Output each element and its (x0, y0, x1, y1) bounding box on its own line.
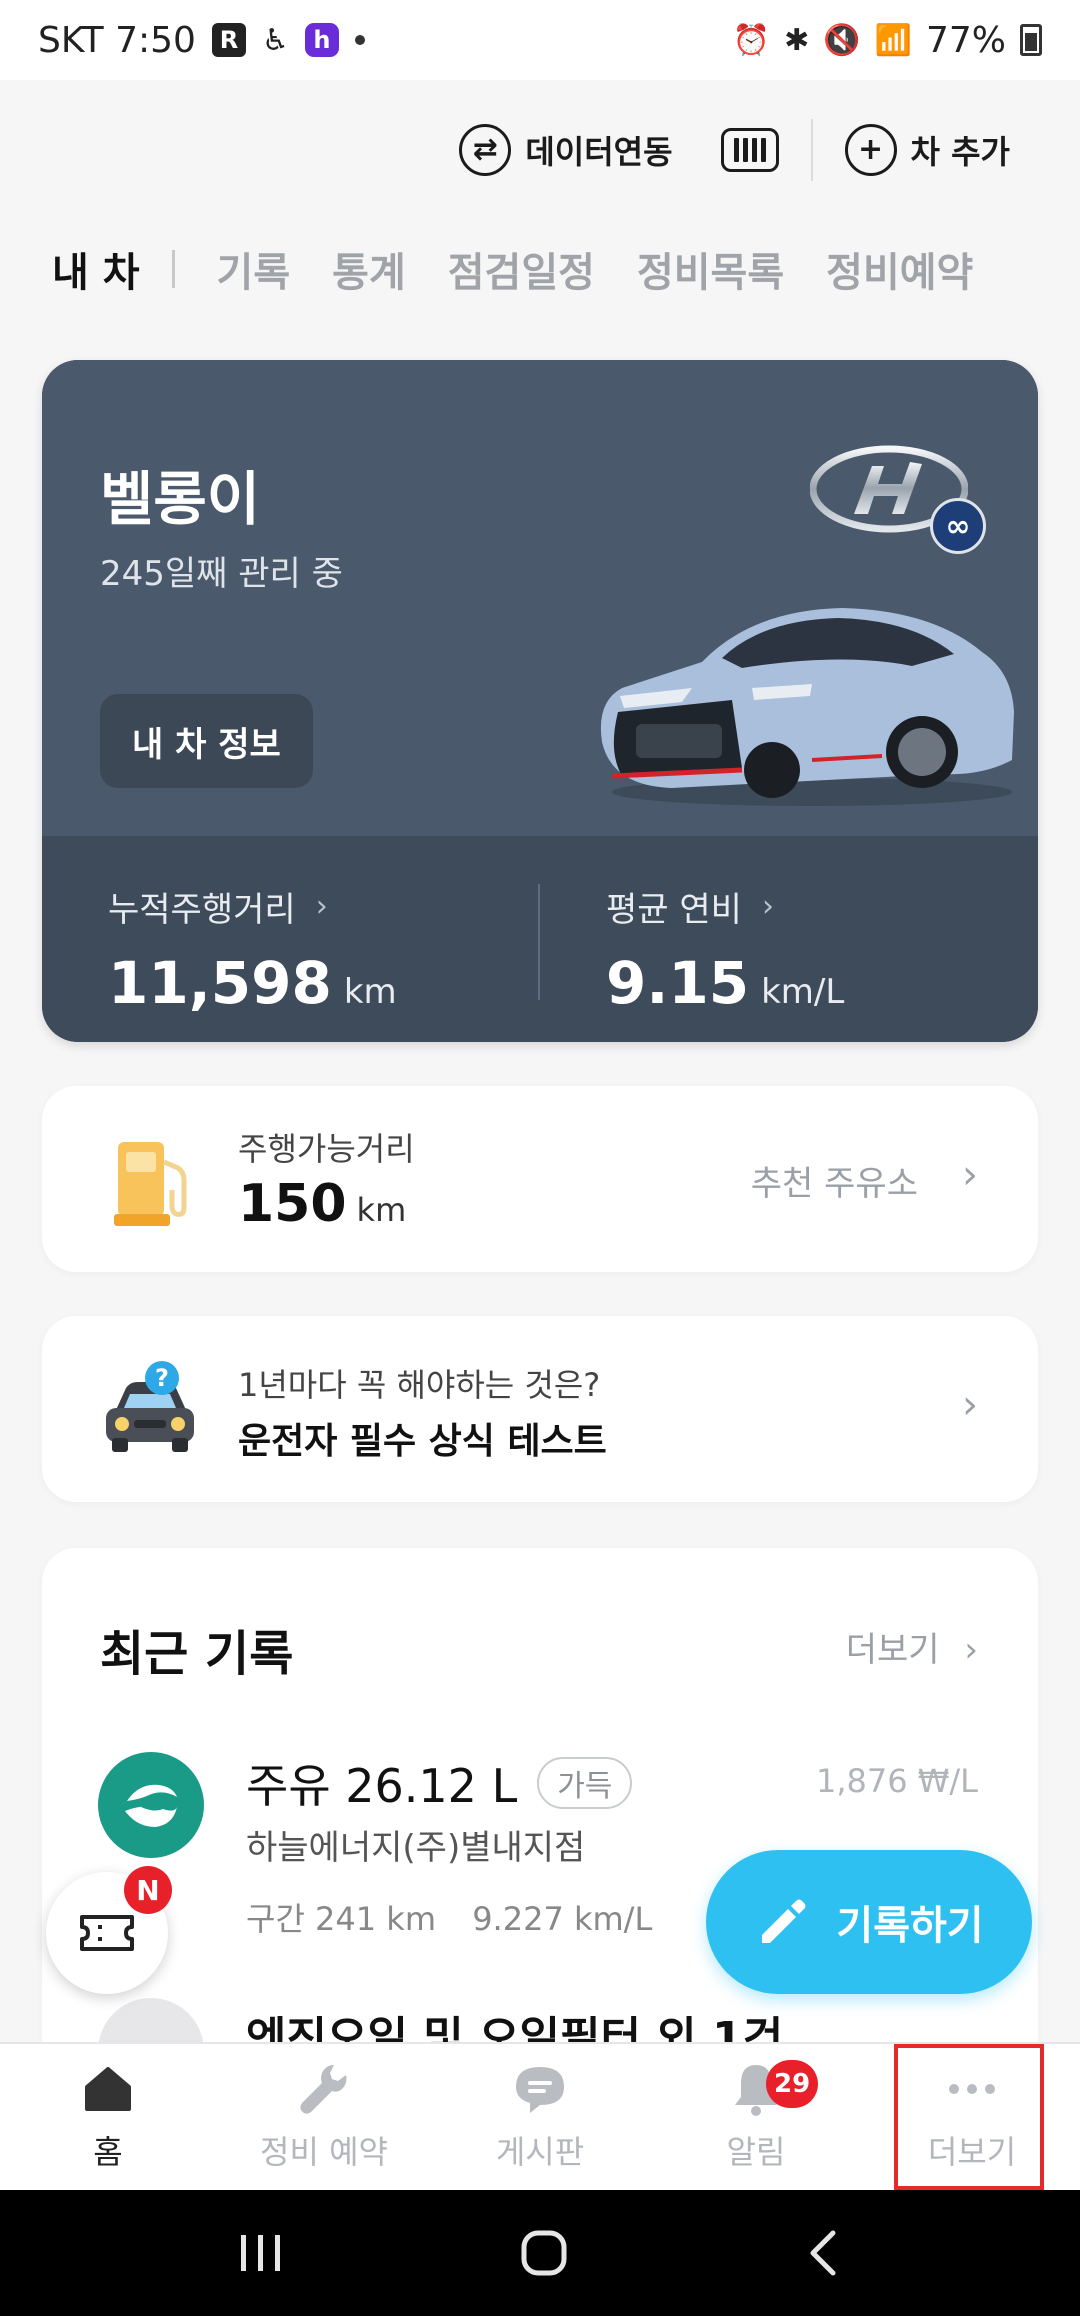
section-distance: 구간 241 km (246, 1900, 437, 1938)
tab-maintenance-reservation[interactable]: 정비예약 (826, 240, 973, 298)
car-card-stats: 누적주행거리 › 11,598 km 평균 연비 › 9.15 km/L (42, 836, 1038, 1042)
driver-quiz-card[interactable]: ? 1년마다 꼭 해야하는 것은? 운전자 필수 상식 테스트 › (42, 1316, 1038, 1502)
pencil-icon (762, 1899, 806, 1943)
accessibility-icon: ♿ (261, 22, 289, 58)
sync-arrows-icon: ⇄ (459, 124, 512, 176)
gas-station-logo (98, 1752, 204, 1858)
data-sync-label: 데이터연동 (525, 133, 673, 171)
fuel-unit-price: 1,876 ₩/L (815, 1762, 978, 1800)
car-image (600, 608, 1014, 806)
h-app-icon: h (304, 23, 339, 57)
alarm-icon: ⏰ (732, 22, 771, 58)
main-tabs: 내 차 기록 통계 점검일정 정비목록 정비예약 (52, 240, 1015, 298)
chevron-right-icon: › (962, 1152, 978, 1198)
nav-board[interactable]: 게시판 (432, 2044, 648, 2190)
efficiency-stat[interactable]: 평균 연비 › 9.15 km/L (606, 882, 844, 1017)
r-app-icon: R (211, 23, 246, 57)
add-record-button[interactable]: 기록하기 (706, 1850, 1032, 1994)
car-card-header: 벨롱이 245일째 관리 중 내 차 정보 ∞ (42, 360, 1038, 836)
5g-signal-icon: 📶 (874, 22, 912, 58)
recommended-gas-station-link[interactable]: 추천 주유소 (751, 1156, 918, 1205)
recent-records-title: 최근 기록 (100, 1626, 294, 1682)
stat-divider (538, 884, 540, 1000)
sky-energy-logo-icon (115, 1769, 187, 1841)
car-name: 벨롱이 (100, 465, 261, 533)
mileage-stat[interactable]: 누적주행거리 › 11,598 km (108, 882, 397, 1017)
status-time: SKT 7:50 (38, 19, 196, 61)
more-label: 더보기 (845, 1630, 940, 1670)
fuel-range-label: 주행가능거리 (238, 1130, 415, 1168)
efficiency-value: 9.15 (606, 949, 750, 1017)
efficiency-unit: km/L (761, 972, 845, 1012)
home-button-icon[interactable] (519, 2228, 569, 2278)
car-info-button[interactable]: 내 차 정보 (100, 694, 313, 788)
data-sync-button[interactable]: ⇄ 데이터연동 (435, 124, 696, 176)
full-tank-badge: 가득 (537, 1757, 633, 1809)
bluetooth-icon: ✱ (784, 22, 810, 58)
infinity-badge-icon: ∞ (930, 498, 986, 554)
back-icon[interactable] (803, 2229, 843, 2277)
ticket-icon (80, 1915, 134, 1951)
barcode-icon (720, 128, 779, 172)
nav-maintenance-reservation[interactable]: 정비 예약 (216, 2044, 432, 2190)
nav-board-label: 게시판 (495, 2133, 585, 2171)
battery-percent: 77% (925, 19, 1006, 61)
mileage-label: 누적주행거리 (108, 890, 296, 930)
tab-records[interactable]: 기록 (217, 240, 291, 298)
mute-icon: 🔇 (823, 22, 861, 58)
efficiency-label: 평균 연비 (606, 890, 742, 930)
more-notifications-dot (354, 35, 365, 45)
add-car-label: 차 추가 (910, 133, 1010, 171)
chat-bubble-icon (516, 2067, 564, 2113)
mileage-unit: km (343, 972, 397, 1012)
add-car-button[interactable]: + 차 추가 (821, 124, 1034, 176)
chevron-right-icon: › (962, 1382, 978, 1428)
fuel-range-unit: km (356, 1191, 407, 1229)
svg-text:?: ? (155, 1364, 169, 1392)
fuel-record-details: 구간 241 km 9.227 km/L (246, 1894, 678, 1940)
mileage-value: 11,598 (108, 949, 332, 1017)
recent-apps-icon[interactable] (237, 2231, 285, 2275)
tab-maintenance-list[interactable]: 정비목록 (637, 240, 784, 298)
quiz-title: 운전자 필수 상식 테스트 (238, 1421, 607, 1462)
barcode-button[interactable] (697, 128, 803, 172)
system-navigation-bar (0, 2190, 1080, 2316)
my-car-card[interactable]: 벨롱이 245일째 관리 중 내 차 정보 ∞ 누적주행거리 › 11,598 … (42, 360, 1038, 1042)
chevron-right-icon: › (315, 889, 328, 924)
chevron-right-icon: › (761, 889, 774, 924)
fuel-record[interactable]: 주유 26.12 L 가득 (246, 1750, 633, 1816)
battery-icon (1020, 24, 1042, 56)
home-icon (85, 2067, 131, 2111)
nav-alerts-label: 알림 (726, 2133, 786, 2171)
fuel-range-value: 150 (238, 1174, 347, 1234)
alerts-count-badge: 29 (766, 2060, 819, 2108)
car-management-days: 245일째 관리 중 (100, 554, 343, 594)
plus-icon: + (844, 124, 897, 176)
gas-station-name: 하늘에너지(주)별내지점 (246, 1828, 586, 1868)
nav-home-label: 홈 (93, 2133, 123, 2171)
fuel-range-card[interactable]: 주행가능거리 150 km 추천 주유소 › (42, 1086, 1038, 1272)
tab-inspection-schedule[interactable]: 점검일정 (448, 240, 595, 298)
topbar-divider (810, 119, 813, 181)
tab-my-car[interactable]: 내 차 (52, 240, 140, 298)
tab-separator (171, 250, 175, 288)
car-question-icon: ? (106, 1361, 194, 1452)
nav-alerts[interactable]: 알림 29 (648, 2044, 864, 2190)
nav-maintenance-label: 정비 예약 (260, 2133, 388, 2171)
top-action-bar: ⇄ 데이터연동 + 차 추가 (0, 100, 1080, 200)
status-bar: SKT 7:50 R ♿ h ⏰ ✱ 🔇 📶 77% (0, 0, 1080, 80)
wrench-icon (300, 2065, 347, 2114)
recent-records-more-link[interactable]: 더보기 › (846, 1622, 978, 1671)
tab-stats[interactable]: 통계 (332, 240, 406, 298)
nav-home[interactable]: 홈 (0, 2044, 216, 2190)
section-efficiency: 9.227 km/L (472, 1900, 653, 1938)
highlight-outline (894, 2044, 1044, 2190)
quiz-subtitle: 1년마다 꼭 해야하는 것은? (238, 1366, 601, 1404)
add-record-label: 기록하기 (836, 1903, 984, 1949)
fuel-record-title: 주유 26.12 L (246, 1759, 518, 1813)
chevron-right-icon: › (964, 1630, 978, 1670)
fuel-pump-icon (114, 1142, 187, 1226)
new-badge: N (124, 1866, 172, 1914)
